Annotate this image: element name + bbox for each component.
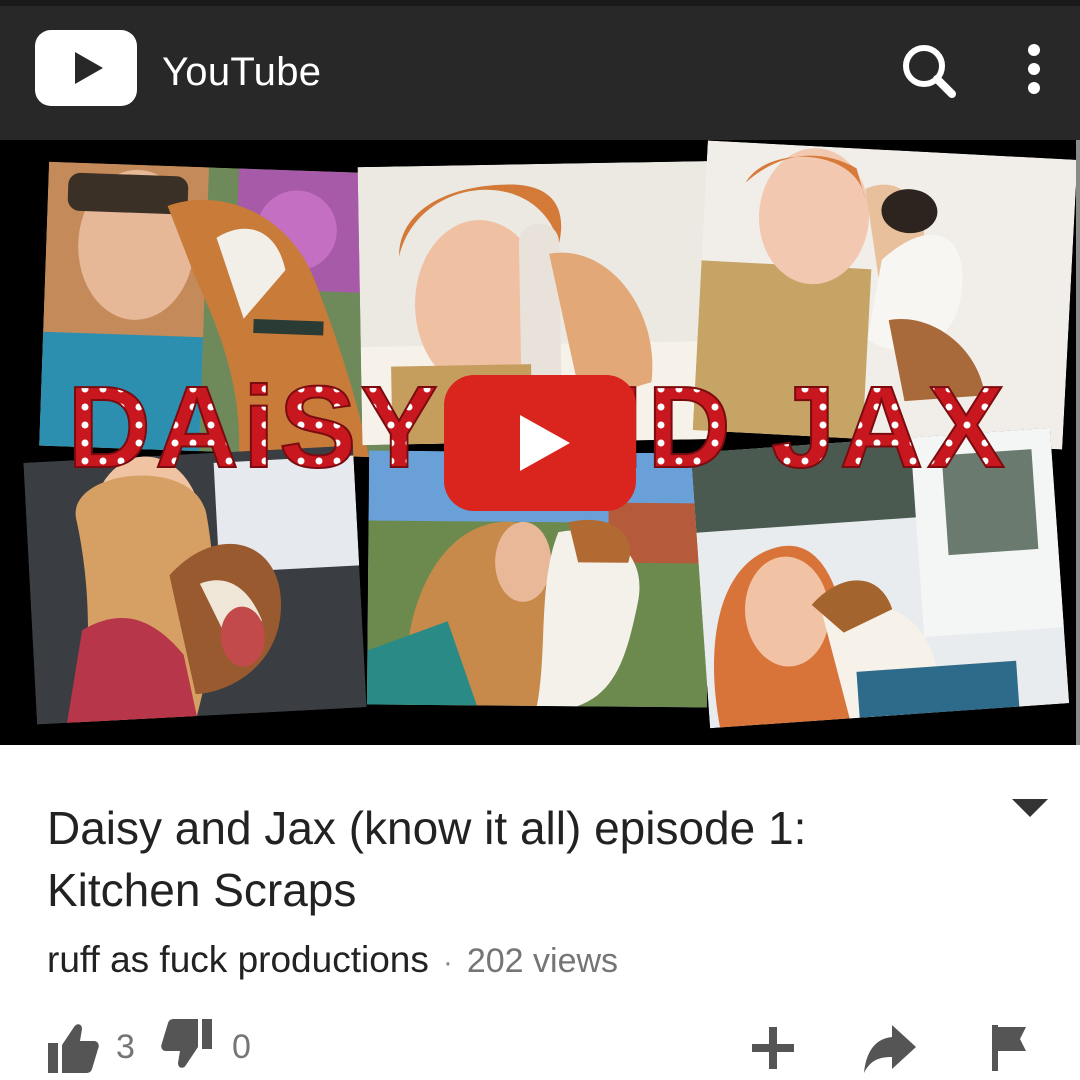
thumbs-up-icon [48, 1024, 99, 1073]
like-count: 3 [116, 1028, 135, 1066]
channel-line: ruff as fuck productions · 202 views [47, 935, 618, 988]
like-button[interactable]: 3 [44, 1015, 144, 1079]
share-button[interactable] [860, 1015, 920, 1079]
separator: · [442, 946, 453, 979]
more-vert-icon[interactable] [1004, 36, 1064, 108]
share-icon [864, 1025, 916, 1073]
dislike-count: 0 [232, 1028, 251, 1066]
dislike-button[interactable]: 0 [160, 1015, 260, 1079]
chevron-down-icon[interactable] [1008, 793, 1052, 823]
thumbs-down-icon [161, 1019, 212, 1068]
flag-icon [992, 1025, 1026, 1071]
collage-photo-4 [23, 445, 367, 725]
status-strip [0, 0, 1080, 6]
app-bar: YouTube [0, 0, 1080, 140]
view-count: 202 views [466, 942, 619, 980]
report-button[interactable] [988, 1015, 1032, 1079]
youtube-logo-icon[interactable] [35, 30, 137, 106]
app-title: YouTube [162, 50, 322, 94]
player-edge [1076, 140, 1080, 745]
search-icon[interactable] [894, 36, 966, 108]
video-title: Daisy and Jax (know it all) episode 1: K… [47, 802, 807, 916]
channel-name[interactable]: ruff as fuck productions [47, 939, 429, 980]
plus-icon [752, 1027, 794, 1069]
video-info: Daisy and Jax (know it all) episode 1: K… [0, 745, 1080, 1080]
video-player[interactable]: DAiSY AND JAX [0, 140, 1080, 745]
play-icon[interactable] [444, 375, 636, 511]
action-bar: 3 0 [0, 1015, 1080, 1079]
add-to-playlist-button[interactable] [748, 1015, 798, 1079]
